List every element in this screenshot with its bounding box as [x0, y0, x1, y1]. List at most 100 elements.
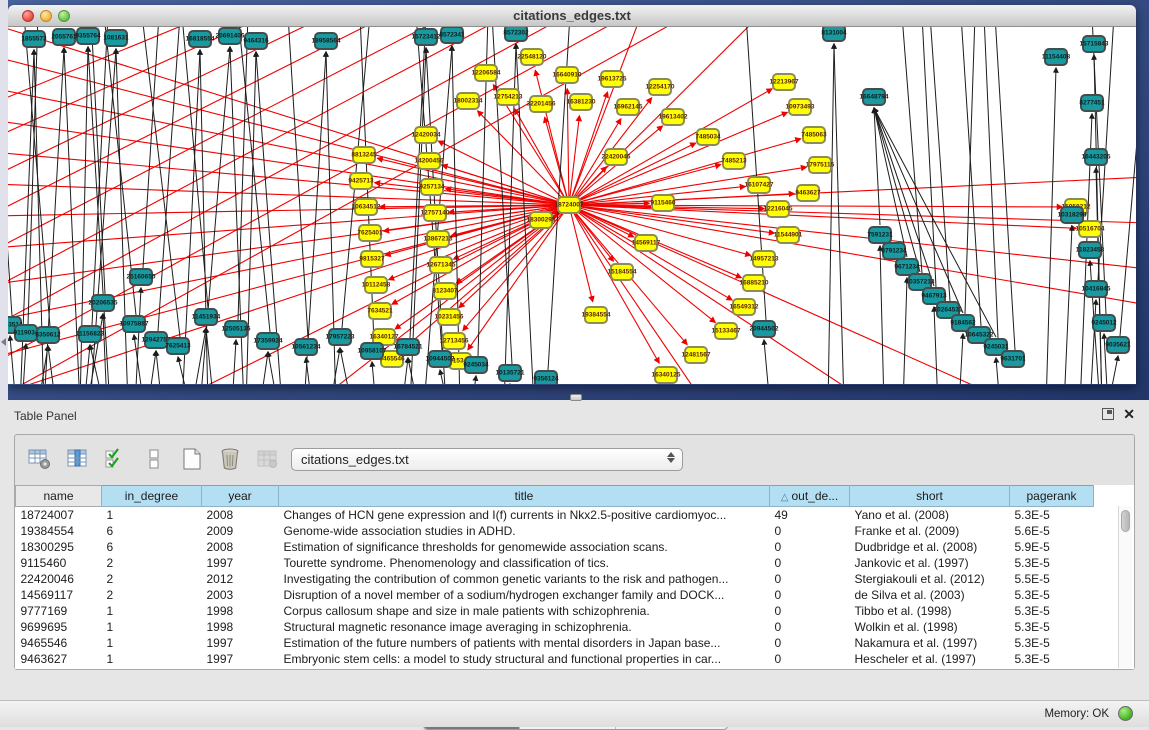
new-table-icon[interactable]: [179, 446, 205, 472]
graph-node[interactable]: 16107427: [747, 176, 771, 194]
column-header-short[interactable]: short: [850, 486, 1010, 507]
graph-node[interactable]: 10231456: [437, 308, 461, 326]
graph-node[interactable]: 19384554: [584, 306, 608, 324]
float-panel-icon[interactable]: [1102, 408, 1114, 420]
network-canvas[interactable]: 8813245942571310634512762540198153271011…: [8, 27, 1136, 384]
graph-node[interactable]: 25160650: [129, 268, 153, 286]
table-row[interactable]: 911546021997Tourette syndrome. Phenomeno…: [16, 555, 1094, 571]
column-header-year[interactable]: year: [202, 486, 279, 507]
table-row[interactable]: 1872400712008Changes of HCN gene express…: [16, 507, 1094, 523]
graph-node[interactable]: 8131004: [822, 27, 846, 42]
graph-node[interactable]: 14200456: [417, 152, 441, 170]
table-row[interactable]: 1938455462009Genome-wide association stu…: [16, 523, 1094, 539]
graph-node[interactable]: 15133467: [714, 322, 738, 340]
insert-column-icon[interactable]: [65, 446, 91, 472]
graph-node[interactable]: 22420046: [604, 148, 628, 166]
graph-node[interactable]: 8813245: [352, 146, 376, 164]
graph-node[interactable]: 9355764: [76, 27, 100, 45]
graph-node[interactable]: 17975115: [808, 156, 832, 174]
graph-node[interactable]: 10973493: [788, 98, 812, 116]
graph-node[interactable]: 16648794: [862, 88, 886, 106]
network-window-titlebar[interactable]: citations_edges.txt: [8, 5, 1136, 27]
graph-node[interactable]: 8572302: [504, 27, 528, 42]
graph-node[interactable]: 10975887: [122, 315, 146, 333]
graph-node[interactable]: 12481567: [684, 346, 708, 364]
graph-node[interactable]: 15723412: [414, 28, 438, 46]
graph-node[interactable]: 16962145: [616, 98, 640, 116]
graph-node[interactable]: 9115460: [651, 194, 675, 212]
splitter-handle[interactable]: [570, 394, 582, 401]
graph-node[interactable]: 9035621: [1106, 336, 1130, 354]
column-header-out_de[interactable]: △out_de...: [770, 486, 850, 507]
row-height-icon[interactable]: [141, 446, 167, 472]
table-row[interactable]: 969969511998Structural magnetic resonanc…: [16, 619, 1094, 635]
network-table-select[interactable]: citations_edges.txt: [291, 448, 683, 471]
graph-node[interactable]: 10318298: [1060, 206, 1084, 224]
graph-node[interactable]: 17359924: [256, 332, 280, 350]
graph-node[interactable]: 19613725: [600, 70, 624, 88]
graph-node[interactable]: 22548120: [520, 48, 544, 66]
graph-node[interactable]: 14569117: [634, 234, 658, 252]
graph-node[interactable]: 11154408: [1044, 48, 1068, 66]
graph-node[interactable]: 12213967: [772, 73, 796, 91]
table-row[interactable]: 977716911998Corpus callosum shape and si…: [16, 603, 1094, 619]
graph-node[interactable]: 8572341: [440, 27, 464, 44]
graph-node[interactable]: 16381230: [569, 93, 593, 111]
graph-node[interactable]: 8350612: [36, 326, 60, 344]
import-table-icon[interactable]: [255, 446, 281, 472]
column-header-title[interactable]: title: [279, 486, 770, 507]
graph-node[interactable]: 9463627: [796, 184, 820, 202]
graph-node[interactable]: 12206584: [474, 64, 498, 82]
graph-node[interactable]: 11544901: [776, 226, 800, 244]
graph-node[interactable]: 10634512: [354, 198, 378, 216]
graph-node[interactable]: 12754213: [496, 88, 520, 106]
graph-node[interactable]: 7485213: [722, 152, 746, 170]
graph-node[interactable]: 10112458: [364, 276, 388, 294]
close-panel-icon[interactable]: ✕: [1123, 408, 1135, 420]
graph-node[interactable]: 7634521: [368, 302, 392, 320]
graph-node[interactable]: 13867213: [426, 230, 450, 248]
graph-node[interactable]: 10944502: [428, 350, 452, 368]
graph-node[interactable]: 11156823: [78, 325, 102, 343]
graph-node[interactable]: 1081631: [104, 29, 128, 47]
graph-node[interactable]: 7625413: [166, 337, 190, 355]
graph-node[interactable]: 15715843: [1082, 35, 1106, 53]
graph-node[interactable]: 19613402: [661, 108, 685, 126]
graph-node[interactable]: 12713456: [442, 332, 466, 350]
graph-node[interactable]: 18958564: [314, 32, 338, 50]
graph-node[interactable]: 16885210: [742, 274, 766, 292]
graph-node[interactable]: 10958107: [360, 342, 384, 360]
graph-node[interactable]: 11823458: [1078, 241, 1102, 259]
graph-node[interactable]: 1855573: [22, 30, 46, 48]
vertical-scrollbar[interactable]: [1118, 506, 1132, 668]
graph-node[interactable]: 12671345: [429, 256, 453, 274]
graph-node[interactable]: 14957213: [752, 250, 776, 268]
column-header-in_degree[interactable]: in_degree: [102, 486, 202, 507]
graph-node[interactable]: 20206535: [91, 294, 115, 312]
graph-node[interactable]: 10416845: [1084, 280, 1108, 298]
graph-node[interactable]: 9245012: [1092, 314, 1116, 332]
select-rows-icon[interactable]: [103, 446, 129, 472]
graph-node[interactable]: 12757140: [423, 204, 447, 222]
table-row[interactable]: 1456911722003Disruption of a novel membe…: [16, 587, 1094, 603]
graph-node[interactable]: 18002314: [456, 92, 480, 110]
graph-node[interactable]: 12505135: [224, 320, 248, 338]
graph-node[interactable]: 12216045: [766, 200, 790, 218]
scrollbar-thumb[interactable]: [1121, 510, 1130, 532]
graph-node[interactable]: 16640910: [555, 66, 579, 84]
graph-node[interactable]: 15184554: [610, 263, 634, 281]
graph-node[interactable]: 16443205: [1084, 148, 1108, 166]
graph-node[interactable]: 12254170: [648, 78, 672, 96]
graph-node[interactable]: 9631701: [1001, 350, 1025, 368]
graph-node[interactable]: 7485034: [696, 128, 720, 146]
graph-node[interactable]: 12420034: [414, 126, 438, 144]
graph-node[interactable]: 7625401: [358, 224, 382, 242]
delete-table-icon[interactable]: [217, 446, 243, 472]
graph-node[interactable]: 20691406: [218, 27, 242, 45]
graph-node[interactable]: 16340125: [654, 366, 678, 384]
table-row[interactable]: 1830029562008Estimation of significance …: [16, 539, 1094, 555]
table-row[interactable]: 946362711997Embryonic stem cells: a mode…: [16, 651, 1094, 667]
graph-node[interactable]: 16549312: [732, 298, 756, 316]
graph-node[interactable]: 8277451: [1080, 94, 1104, 112]
graph-node[interactable]: 16818554: [188, 30, 212, 48]
